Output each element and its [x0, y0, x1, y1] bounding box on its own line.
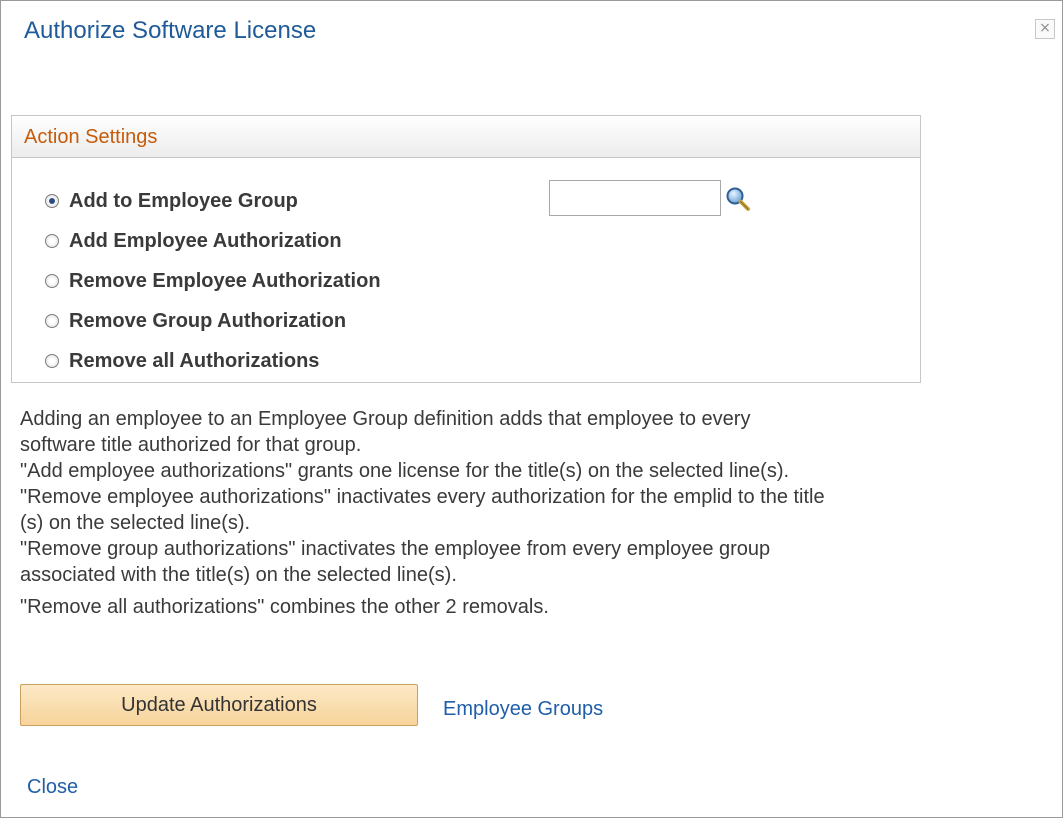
radio-label: Add Employee Authorization: [69, 229, 342, 252]
radio-button[interactable]: [45, 194, 59, 208]
magnifier-icon[interactable]: [724, 186, 754, 216]
instruction-line: associated with the title(s) on the sele…: [20, 564, 457, 586]
dialog-title: Authorize Software License: [24, 17, 317, 44]
radio-remove-group-authorization[interactable]: Remove Group Authorization: [45, 307, 346, 335]
employee-group-input[interactable]: [549, 180, 721, 216]
instruction-line: "Add employee authorizations" grants one…: [20, 460, 790, 482]
dialog-titlebar: Authorize Software License ×: [1, 1, 1062, 63]
instruction-line: (s) on the selected line(s).: [20, 512, 251, 534]
action-settings-header: Action Settings: [12, 116, 920, 158]
instruction-line: "Remove employee authorizations" inactiv…: [20, 486, 825, 508]
radio-button[interactable]: [45, 354, 59, 368]
radio-label: Remove Employee Authorization: [69, 269, 381, 292]
radio-button[interactable]: [45, 314, 59, 328]
authorize-license-dialog: Authorize Software License × Action Sett…: [0, 0, 1063, 818]
employee-groups-link[interactable]: Employee Groups: [443, 698, 603, 721]
instruction-line: Adding an employee to an Employee Group …: [20, 408, 751, 430]
radio-add-employee-authorization[interactable]: Add Employee Authorization: [45, 227, 342, 255]
instruction-line: software title authorized for that group…: [20, 434, 362, 456]
radio-button[interactable]: [45, 274, 59, 288]
instruction-line: "Remove group authorizations" inactivate…: [20, 538, 771, 560]
radio-label: Remove all Authorizations: [69, 349, 320, 372]
radio-label: Remove Group Authorization: [69, 309, 347, 332]
radio-remove-all-authorizations[interactable]: Remove all Authorizations: [45, 347, 319, 375]
instructions-text: Adding an employee to an Employee Group …: [20, 406, 1010, 620]
action-settings-group: Action Settings Add to Employee Group Ad…: [11, 115, 921, 383]
radio-label: Add to Employee Group: [69, 189, 298, 212]
radio-button[interactable]: [45, 234, 59, 248]
close-icon[interactable]: ×: [1035, 19, 1055, 39]
update-authorizations-button[interactable]: Update Authorizations: [20, 684, 418, 726]
radio-remove-employee-authorization[interactable]: Remove Employee Authorization: [45, 267, 381, 295]
radio-add-to-employee-group[interactable]: Add to Employee Group: [45, 187, 298, 215]
instruction-line: "Remove all authorizations" combines the…: [20, 596, 549, 618]
close-link[interactable]: Close: [27, 776, 78, 799]
